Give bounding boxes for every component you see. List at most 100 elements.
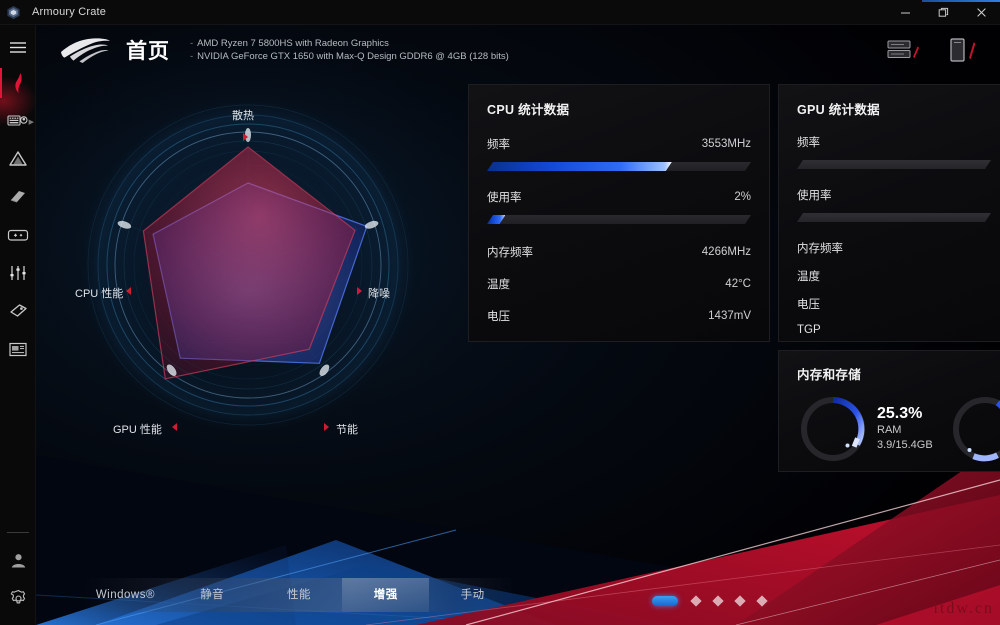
- radar-marker-cpu: [126, 287, 131, 295]
- system-specs: - AMD Ryzen 7 5800HS with Radeon Graphics…: [190, 37, 509, 63]
- gpu-row-temperature: 温度: [797, 268, 991, 284]
- close-button[interactable]: [962, 0, 1000, 25]
- cpu-frequency-bar: [487, 162, 751, 171]
- gpu-usage-label: 使用率: [797, 190, 832, 202]
- page-title: 首页: [126, 40, 170, 63]
- layout-rows-button[interactable]: [880, 30, 926, 70]
- gpu-row-frequency: 频率: [797, 134, 991, 150]
- cpu-row-temperature: 温度 42°C: [487, 276, 751, 292]
- gpu-panel-title: GPU 统计数据: [797, 103, 880, 117]
- mode-tab-manual[interactable]: 手动: [429, 578, 516, 612]
- spec-gpu: NVIDIA GeForce GTX 1650 with Max-Q Desig…: [197, 51, 509, 62]
- mode-tab-silent[interactable]: 静音: [169, 578, 256, 612]
- radar-axis-label-noise: 降噪: [368, 288, 390, 300]
- layout-single-icon: [948, 36, 978, 64]
- gpu-frequency-label: 频率: [797, 137, 820, 149]
- mode-tab-windows[interactable]: Windows®: [82, 578, 169, 612]
- ram-gauge-readout: 25.3% RAM 3.9/15.4GB: [877, 405, 933, 453]
- spec-dash-1: -: [190, 38, 194, 49]
- rog-flame-icon: [11, 72, 26, 94]
- ram-label: RAM: [877, 424, 902, 436]
- chevron-right-icon: ▶: [28, 119, 34, 126]
- sidebar-item-home[interactable]: [0, 64, 36, 102]
- cpu-temperature-label: 温度: [487, 279, 510, 291]
- gpu-temperature-label: 温度: [797, 271, 820, 283]
- layout-rows-icon: [886, 37, 920, 63]
- cpu-panel-title: CPU 统计数据: [487, 103, 570, 117]
- titlebar-accent: [922, 0, 1000, 2]
- radar-marker-cooling: [243, 133, 248, 141]
- spec-cpu: AMD Ryzen 7 5800HS with Radeon Graphics: [197, 38, 389, 49]
- memory-storage-panel: 内存和存储 25.3% RAM 3.9/15.4GB: [778, 350, 1000, 472]
- cpu-voltage-label: 电压: [487, 311, 510, 323]
- carousel-dot[interactable]: [690, 595, 702, 607]
- gpu-memory-frequency-label: 内存频率: [797, 243, 843, 255]
- layout-single-button[interactable]: [940, 30, 986, 70]
- cpu-usage-bar-fill: [487, 215, 505, 224]
- gear-settings-icon: [9, 589, 28, 608]
- cpu-frequency-label: 频率: [487, 139, 510, 151]
- rail-divider: [7, 532, 29, 533]
- cpu-frequency-value: 3553MHz: [701, 138, 751, 150]
- radar-axis-label-cooling: 散热: [232, 110, 254, 122]
- sliders-tuning-icon: [9, 264, 27, 282]
- radar-axis-label-cpu: CPU 性能: [75, 288, 124, 300]
- radar-marker-gpu: [172, 423, 177, 431]
- carousel-dot[interactable]: [712, 595, 724, 607]
- cpu-frequency-bar-fill: [487, 162, 672, 171]
- carousel-dot-active[interactable]: [652, 596, 678, 606]
- sidebar-item-tuning[interactable]: [0, 254, 36, 292]
- radar-marker-noise: [357, 287, 362, 295]
- cpu-usage-bar: [487, 215, 751, 224]
- carousel-dot[interactable]: [756, 595, 768, 607]
- gpu-row-usage: 使用率: [797, 187, 991, 203]
- gpu-usage-bar: [797, 213, 991, 222]
- watermark: itdw.cn: [933, 600, 994, 617]
- device-keyboard-icon: [7, 113, 29, 130]
- window-title-bar: Armoury Crate: [0, 0, 1000, 25]
- sidebar-item-account[interactable]: [0, 541, 36, 579]
- storage-usage-gauge: [953, 397, 1000, 462]
- news-window-icon: [8, 341, 28, 358]
- mode-tab-turbo[interactable]: 增强: [342, 578, 430, 612]
- gpu-stats-panel: GPU 统计数据 频率 使用率 内存频率 温度 电压 TGP: [778, 84, 1000, 342]
- ram-usage-gauge: [801, 397, 865, 461]
- gpu-row-voltage: 电压: [797, 296, 991, 312]
- sidebar-item-device[interactable]: ▶: [0, 102, 36, 140]
- gpu-row-tgp: TGP: [797, 324, 991, 336]
- spec-dash-2: -: [190, 51, 194, 62]
- sidebar-item-scenario[interactable]: [0, 178, 36, 216]
- radar-marker-powersave: [324, 423, 329, 431]
- hamburger-menu-icon[interactable]: [0, 30, 36, 64]
- ram-percent: 25.3%: [877, 405, 923, 422]
- gpu-voltage-label: 电压: [797, 299, 820, 311]
- mode-tab-performance[interactable]: 性能: [256, 578, 343, 612]
- cpu-voltage-value: 1437mV: [708, 310, 751, 322]
- page-header: 首页 - AMD Ryzen 7 5800HS with Radeon Graph…: [36, 25, 1000, 75]
- left-navigation-rail[interactable]: ▶: [0, 25, 36, 625]
- radar-axis-label-gpu: GPU 性能: [113, 424, 162, 436]
- tag-deals-icon: [8, 302, 28, 320]
- sidebar-item-game-library[interactable]: [0, 216, 36, 254]
- rog-eye-logo: [58, 33, 114, 67]
- cpu-temperature-value: 42°C: [725, 278, 751, 290]
- cpu-memory-frequency-label: 内存频率: [487, 247, 533, 259]
- armoury-crate-icon: [0, 0, 26, 25]
- page-carousel-indicator[interactable]: [652, 595, 768, 607]
- sidebar-item-deals[interactable]: [0, 292, 36, 330]
- minimize-button[interactable]: [886, 0, 924, 25]
- radar-axis-label-powersave: 节能: [336, 424, 358, 436]
- sidebar-item-news[interactable]: [0, 330, 36, 368]
- window-title: Armoury Crate: [32, 6, 107, 18]
- user-account-icon: [10, 552, 27, 569]
- operating-mode-bar[interactable]: Windows® 静音 性能 增强 手动: [82, 578, 516, 612]
- carousel-dot[interactable]: [734, 595, 746, 607]
- sidebar-item-settings[interactable]: [0, 579, 36, 617]
- restore-button[interactable]: [924, 0, 962, 25]
- cpu-usage-label: 使用率: [487, 192, 522, 204]
- cpu-row-voltage: 电压 1437mV: [487, 308, 751, 324]
- gpu-tgp-label: TGP: [797, 324, 821, 336]
- cpu-memory-frequency-value: 4266MHz: [701, 246, 751, 258]
- sidebar-item-aura[interactable]: [0, 140, 36, 178]
- gpu-frequency-bar: [797, 160, 991, 169]
